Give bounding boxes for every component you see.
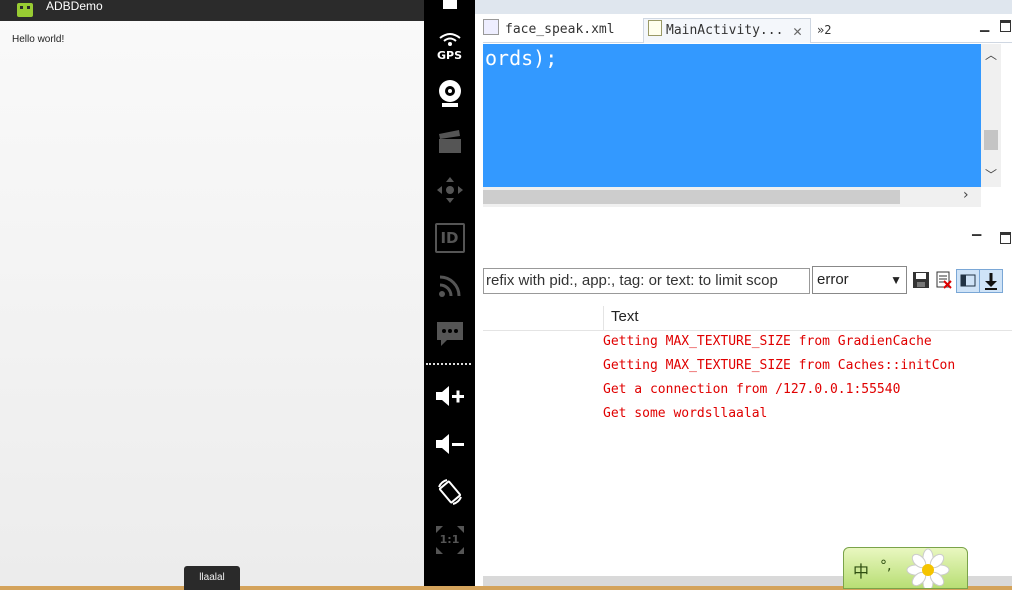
clear-log-icon <box>936 271 952 289</box>
save-log-button[interactable] <box>912 271 930 289</box>
id-card-icon: ID <box>434 223 465 253</box>
rotate-screen-icon <box>437 479 462 505</box>
java-file-icon <box>648 20 662 36</box>
screen-record-button[interactable] <box>424 120 475 164</box>
tab-mainactivity[interactable]: MainActivity... ✕ <box>643 18 811 43</box>
volume-down-icon <box>435 434 464 454</box>
column-header-text[interactable]: Text <box>611 308 639 325</box>
emulator-screen[interactable]: ADBDemo Hello world! llaalal <box>0 0 424 590</box>
rss-button[interactable] <box>424 264 475 308</box>
maximize-icon[interactable] <box>1000 20 1011 32</box>
gps-label: GPS <box>436 49 462 62</box>
app-title: ADBDemo <box>46 0 103 13</box>
arrow-down-icon <box>985 273 997 290</box>
panel-toggle-icon <box>960 274 976 287</box>
wifi-signal-icon <box>438 33 461 46</box>
editor-vertical-scrollbar[interactable]: ︿ ﹀ <box>981 44 1001 187</box>
android-logo-icon <box>17 3 33 17</box>
power-button[interactable] <box>424 0 475 14</box>
toast-message: llaalal <box>184 566 240 590</box>
control-divider <box>426 363 471 365</box>
hello-text: Hello world! <box>12 34 65 45</box>
log-row[interactable]: Get some wordsllaalal <box>603 406 767 421</box>
log-level-value: error <box>817 271 849 288</box>
toggle-saved-filters-button[interactable] <box>956 269 980 293</box>
ime-status-widget[interactable]: 中 °, <box>843 547 968 589</box>
log-row[interactable]: Getting MAX_TEXTURE_SIZE from Caches::in… <box>603 358 955 373</box>
tab-overflow[interactable]: »2 <box>817 18 831 42</box>
device-id-button[interactable]: ID <box>424 216 475 260</box>
tab-face-speak-xml[interactable]: face_speak.xml <box>483 18 631 42</box>
ime-punct-label[interactable]: °, <box>880 558 891 574</box>
log-row[interactable]: Get a connection from /127.0.0.1:55540 <box>603 382 900 397</box>
close-tab-icon[interactable]: ✕ <box>793 19 802 43</box>
ide-window: face_speak.xml MainActivity... ✕ »2 ▁ or… <box>475 0 1012 586</box>
id-label: ID <box>440 229 459 247</box>
clear-log-button[interactable] <box>935 271 953 289</box>
app-action-bar: ADBDemo <box>0 0 424 21</box>
tab-label: face_speak.xml <box>505 22 615 37</box>
scroll-lock-button[interactable] <box>979 269 1003 293</box>
minimize-icon[interactable]: ▁ <box>980 18 989 32</box>
scroll-up-icon[interactable]: ︿ <box>985 46 997 63</box>
camera-button[interactable] <box>424 72 475 116</box>
chevron-down-icon: ▼ <box>890 273 902 287</box>
perspective-toolbar <box>475 0 1012 14</box>
rotate-button[interactable] <box>424 470 475 514</box>
minimize-icon[interactable]: ▁ <box>972 222 981 236</box>
log-row[interactable]: Getting MAX_TEXTURE_SIZE from GradienCac… <box>603 334 932 349</box>
scroll-down-icon[interactable]: ﹀ <box>985 166 997 183</box>
scale-icon: 1:1 <box>434 524 466 556</box>
log-level-select[interactable]: error ▼ <box>812 266 907 294</box>
xml-file-icon <box>483 19 499 35</box>
dpad-button[interactable] <box>424 168 475 212</box>
editor-tab-bar: face_speak.xml MainActivity... ✕ »2 ▁ <box>483 18 1012 43</box>
scroll-thumb[interactable] <box>984 130 998 150</box>
clapperboard-icon <box>438 130 461 153</box>
tab-label: MainActivity... <box>666 23 784 38</box>
message-bubble-icon <box>436 322 463 346</box>
column-divider <box>603 306 604 330</box>
gps-button[interactable]: GPS <box>424 24 475 68</box>
code-line: ords); <box>485 46 558 70</box>
logcat-table-header: Text <box>483 306 1012 331</box>
emulator-control-bar: GPS ID 1:1 <box>424 0 475 586</box>
code-editor[interactable]: ords); <box>483 44 981 187</box>
volume-down-button[interactable] <box>424 422 475 466</box>
hscroll-thumb[interactable] <box>483 190 900 204</box>
save-icon <box>913 272 929 288</box>
rss-feed-icon <box>438 275 460 297</box>
maximize-icon[interactable] <box>1000 232 1011 244</box>
webcam-icon <box>438 80 461 107</box>
daisy-icon <box>906 548 950 588</box>
editor-horizontal-scrollbar[interactable]: › <box>483 187 981 207</box>
sms-button[interactable] <box>424 312 475 356</box>
dpad-icon <box>436 177 463 203</box>
volume-up-icon <box>435 386 464 406</box>
scroll-right-icon[interactable]: › <box>963 187 969 203</box>
volume-up-button[interactable] <box>424 374 475 418</box>
ime-mode-label[interactable]: 中 <box>853 558 869 582</box>
logcat-view-header: ▁ <box>483 222 1012 262</box>
one-to-one-label: 1:1 <box>439 533 460 546</box>
logcat-filter-input[interactable]: refix with pid:, app:, tag: or text: to … <box>483 268 810 294</box>
power-icon <box>442 0 457 9</box>
scale-button[interactable]: 1:1 <box>424 518 475 562</box>
